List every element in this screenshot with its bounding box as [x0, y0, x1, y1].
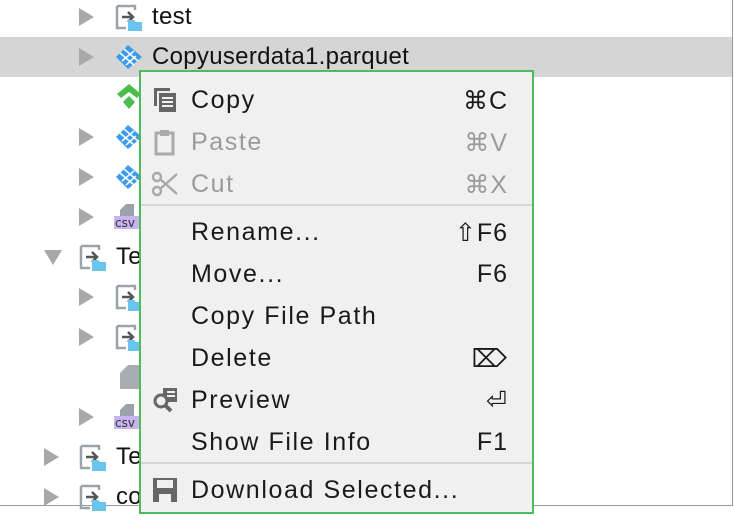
collapse-arrow-icon[interactable]	[44, 250, 62, 265]
menu-item-move[interactable]: Move... F6	[141, 254, 532, 296]
menu-item-copy-file-path[interactable]: Copy File Path	[141, 296, 532, 338]
tree-item-label: Copyuserdata1.parquet	[152, 43, 410, 70]
menu-item-paste[interactable]: Paste ⌘V	[141, 122, 532, 164]
menu-item-label: Delete	[191, 344, 273, 372]
cut-icon	[151, 170, 179, 198]
expand-arrow-icon[interactable]	[79, 168, 94, 186]
menu-item-delete[interactable]: Delete ⌦	[141, 338, 532, 380]
menu-separator	[141, 462, 532, 464]
expand-arrow-icon[interactable]	[79, 288, 94, 306]
menu-item-show-file-info[interactable]: Show File Info F1	[141, 422, 532, 464]
shortcut-label: ⏎	[486, 387, 508, 415]
menu-item-label: Copy	[191, 86, 256, 114]
paste-icon	[151, 128, 179, 156]
svg-text:csv: csv	[115, 216, 135, 230]
expand-arrow-icon[interactable]	[79, 208, 94, 226]
tree-item-label: test	[152, 3, 192, 30]
module-folder-icon	[78, 242, 108, 272]
shortcut-label: F1	[476, 428, 508, 456]
menu-item-rename[interactable]: Rename... ⇧F6	[141, 212, 532, 254]
preview-icon	[151, 386, 179, 414]
menu-item-label: Cut	[191, 170, 235, 198]
expand-arrow-icon[interactable]	[79, 328, 94, 346]
context-menu: Copy ⌘C Paste ⌘V Cut ⌘X Rename... ⇧F6 Move... F6 C…	[139, 70, 534, 514]
shortcut-label: ⌘C	[462, 87, 508, 115]
menu-item-cut[interactable]: Cut ⌘X	[141, 164, 532, 206]
menu-item-preview[interactable]: Preview ⏎	[141, 380, 532, 422]
menu-item-label: Show File Info	[191, 428, 372, 456]
expand-arrow-icon[interactable]	[79, 48, 94, 66]
tree-item[interactable]: test	[0, 0, 732, 37]
menu-item-label: Preview	[191, 386, 292, 414]
expand-arrow-icon[interactable]	[79, 408, 94, 426]
module-folder-icon	[78, 442, 108, 472]
expand-arrow-icon[interactable]	[79, 128, 94, 146]
menu-separator	[141, 204, 532, 206]
shortcut-label: ⌦	[471, 345, 508, 373]
menu-item-label: Move...	[191, 260, 285, 288]
parquet-file-icon	[114, 42, 144, 72]
shortcut-label: ⌘V	[464, 129, 508, 157]
expand-arrow-icon[interactable]	[44, 448, 59, 466]
menu-item-label: Paste	[191, 128, 263, 156]
shortcut-label: ⌘X	[464, 171, 508, 199]
svg-text:csv: csv	[115, 416, 135, 430]
copy-icon	[151, 86, 179, 114]
menu-item-label: Download Selected...	[191, 476, 460, 504]
menu-item-copy[interactable]: Copy ⌘C	[141, 80, 532, 122]
shortcut-label: F6	[476, 260, 508, 288]
save-icon	[151, 476, 179, 504]
menu-item-label: Rename...	[191, 218, 321, 246]
module-folder-icon	[78, 482, 108, 512]
module-folder-icon	[114, 2, 144, 32]
expand-arrow-icon[interactable]	[44, 488, 59, 506]
expand-arrow-icon[interactable]	[79, 8, 94, 26]
shortcut-label: ⇧F6	[454, 219, 508, 247]
menu-item-label: Copy File Path	[191, 302, 378, 330]
